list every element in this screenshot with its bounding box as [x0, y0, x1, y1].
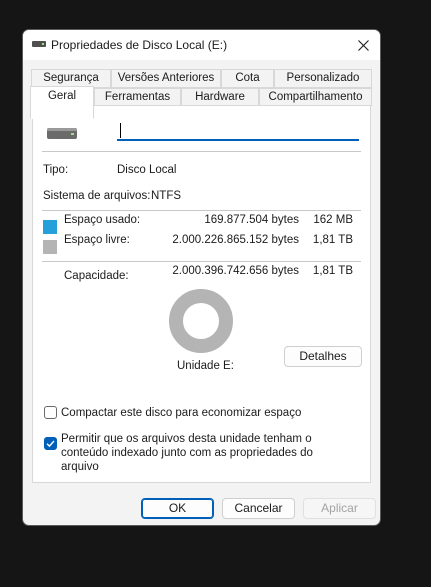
tab-versoes-anteriores[interactable]: Versões Anteriores [111, 69, 221, 88]
filesystem-label: Sistema de arquivos: [43, 190, 151, 202]
general-panel: Tipo: Disco Local Sistema de arquivos: N… [32, 105, 371, 483]
compress-checkbox[interactable] [44, 406, 57, 419]
index-checkbox[interactable] [44, 437, 57, 450]
close-button[interactable] [346, 30, 380, 60]
free-space-ring [169, 289, 233, 353]
tab-compartilhamento[interactable]: Compartilhamento [259, 88, 372, 106]
checkmark-icon [46, 440, 55, 448]
type-value: Disco Local [117, 164, 177, 176]
compress-label: Compactar este disco para economizar esp… [61, 407, 302, 419]
properties-dialog: Propriedades de Disco Local (E:) Seguran… [22, 29, 381, 526]
free-space-bytes: 2.000.226.865.152 bytes [172, 234, 299, 246]
drive-icon [47, 128, 77, 139]
tab-personalizado[interactable]: Personalizado [274, 69, 372, 88]
free-space-size: 1,81 TB [312, 234, 353, 246]
free-space-label: Espaço livre: [64, 234, 130, 246]
text-caret [120, 123, 121, 138]
used-space-swatch [43, 220, 57, 234]
title-bar: Propriedades de Disco Local (E:) [23, 30, 380, 60]
tab-cota[interactable]: Cota [221, 69, 274, 88]
divider [42, 261, 361, 262]
tab-hardware[interactable]: Hardware [181, 88, 259, 106]
capacity-size: 1,81 TB [312, 265, 353, 277]
used-space-label: Espaço usado: [64, 214, 141, 226]
capacity-bytes: 2.000.396.742.656 bytes [172, 265, 299, 277]
type-label: Tipo: [43, 164, 69, 176]
tab-geral[interactable]: Geral [30, 86, 94, 119]
disk-usage-donut [169, 289, 233, 353]
drive-icon [32, 41, 46, 47]
ok-button[interactable]: OK [141, 498, 214, 519]
free-space-swatch [43, 240, 57, 254]
close-icon [357, 39, 369, 51]
tab-ferramentas[interactable]: Ferramentas [94, 88, 181, 106]
used-space-bytes: 169.877.504 bytes [204, 214, 299, 226]
details-button[interactable]: Detalhes [284, 346, 362, 367]
index-label: Permitir que os arquivos desta unidade t… [61, 433, 313, 473]
window-title: Propriedades de Disco Local (E:) [51, 38, 228, 52]
divider [42, 210, 361, 211]
capacity-label: Capacidade: [64, 270, 129, 282]
filesystem-value: NTFS [151, 190, 182, 202]
drive-letter-label: Unidade E: [177, 360, 234, 372]
cancel-button[interactable]: Cancelar [222, 498, 295, 519]
divider [42, 151, 361, 152]
used-space-size: 162 MB [313, 214, 353, 226]
volume-name-input[interactable] [117, 119, 359, 141]
apply-button[interactable]: Aplicar [303, 498, 376, 519]
